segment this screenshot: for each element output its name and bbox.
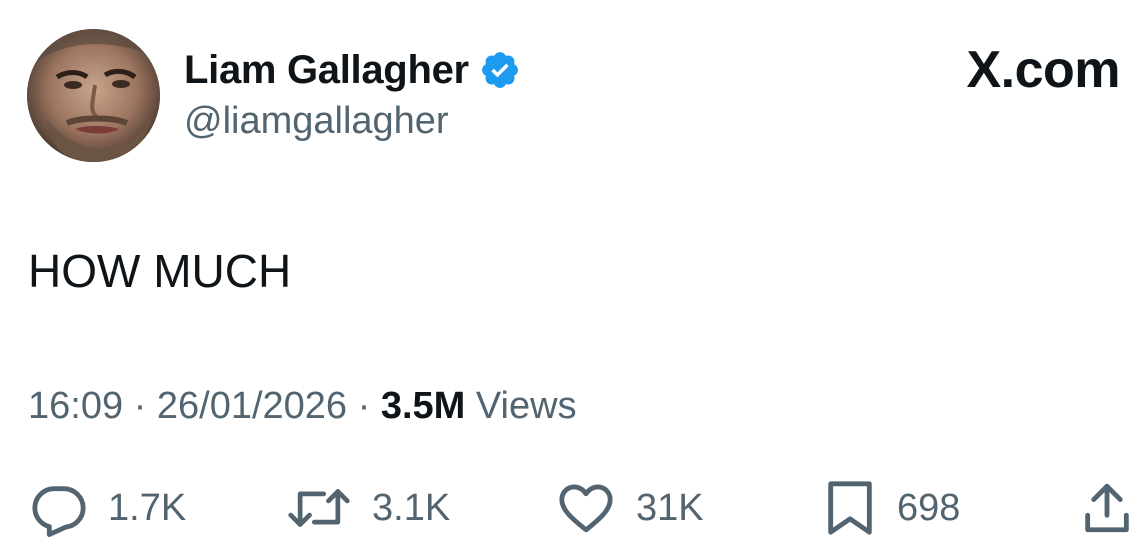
retweet-button[interactable]: 3.1K <box>286 476 450 540</box>
share-button[interactable] <box>1080 476 1134 540</box>
tweet-text: HOW MUCH <box>28 245 292 297</box>
verified-badge-icon[interactable] <box>479 49 521 91</box>
action-bar: 1.7K 3.1K 31K 698 <box>0 476 1148 540</box>
user-handle[interactable]: @liamgallagher <box>184 100 521 143</box>
meta-separator: · <box>357 385 381 427</box>
views-label: Views <box>475 385 577 427</box>
retweet-icon <box>286 479 352 537</box>
bookmark-icon <box>823 479 877 537</box>
reply-button[interactable]: 1.7K <box>30 476 186 540</box>
name-row: Liam Gallagher <box>184 44 521 96</box>
display-name[interactable]: Liam Gallagher <box>184 48 469 93</box>
share-icon <box>1080 479 1134 537</box>
retweet-count: 3.1K <box>372 486 451 529</box>
heart-icon <box>556 479 616 537</box>
brand-label: X.com <box>966 41 1120 99</box>
profile-photo <box>27 29 160 162</box>
like-button[interactable]: 31K <box>556 476 704 540</box>
bookmark-button[interactable]: 698 <box>823 476 960 540</box>
reply-icon <box>30 479 88 537</box>
like-count: 31K <box>636 486 704 529</box>
views-count[interactable]: 3.5M <box>381 385 465 427</box>
meta-separator: · <box>133 385 157 427</box>
reply-count: 1.7K <box>108 486 187 529</box>
tweet-meta: 16:09 · 26/01/2026 · 3.5M Views <box>28 385 577 428</box>
tweet-author: Liam Gallagher @liamgallagher <box>184 44 521 143</box>
tweet-date[interactable]: 26/01/2026 <box>157 385 347 427</box>
bookmark-count: 698 <box>897 486 961 529</box>
tweet-time[interactable]: 16:09 <box>28 385 123 427</box>
avatar[interactable] <box>27 29 160 162</box>
